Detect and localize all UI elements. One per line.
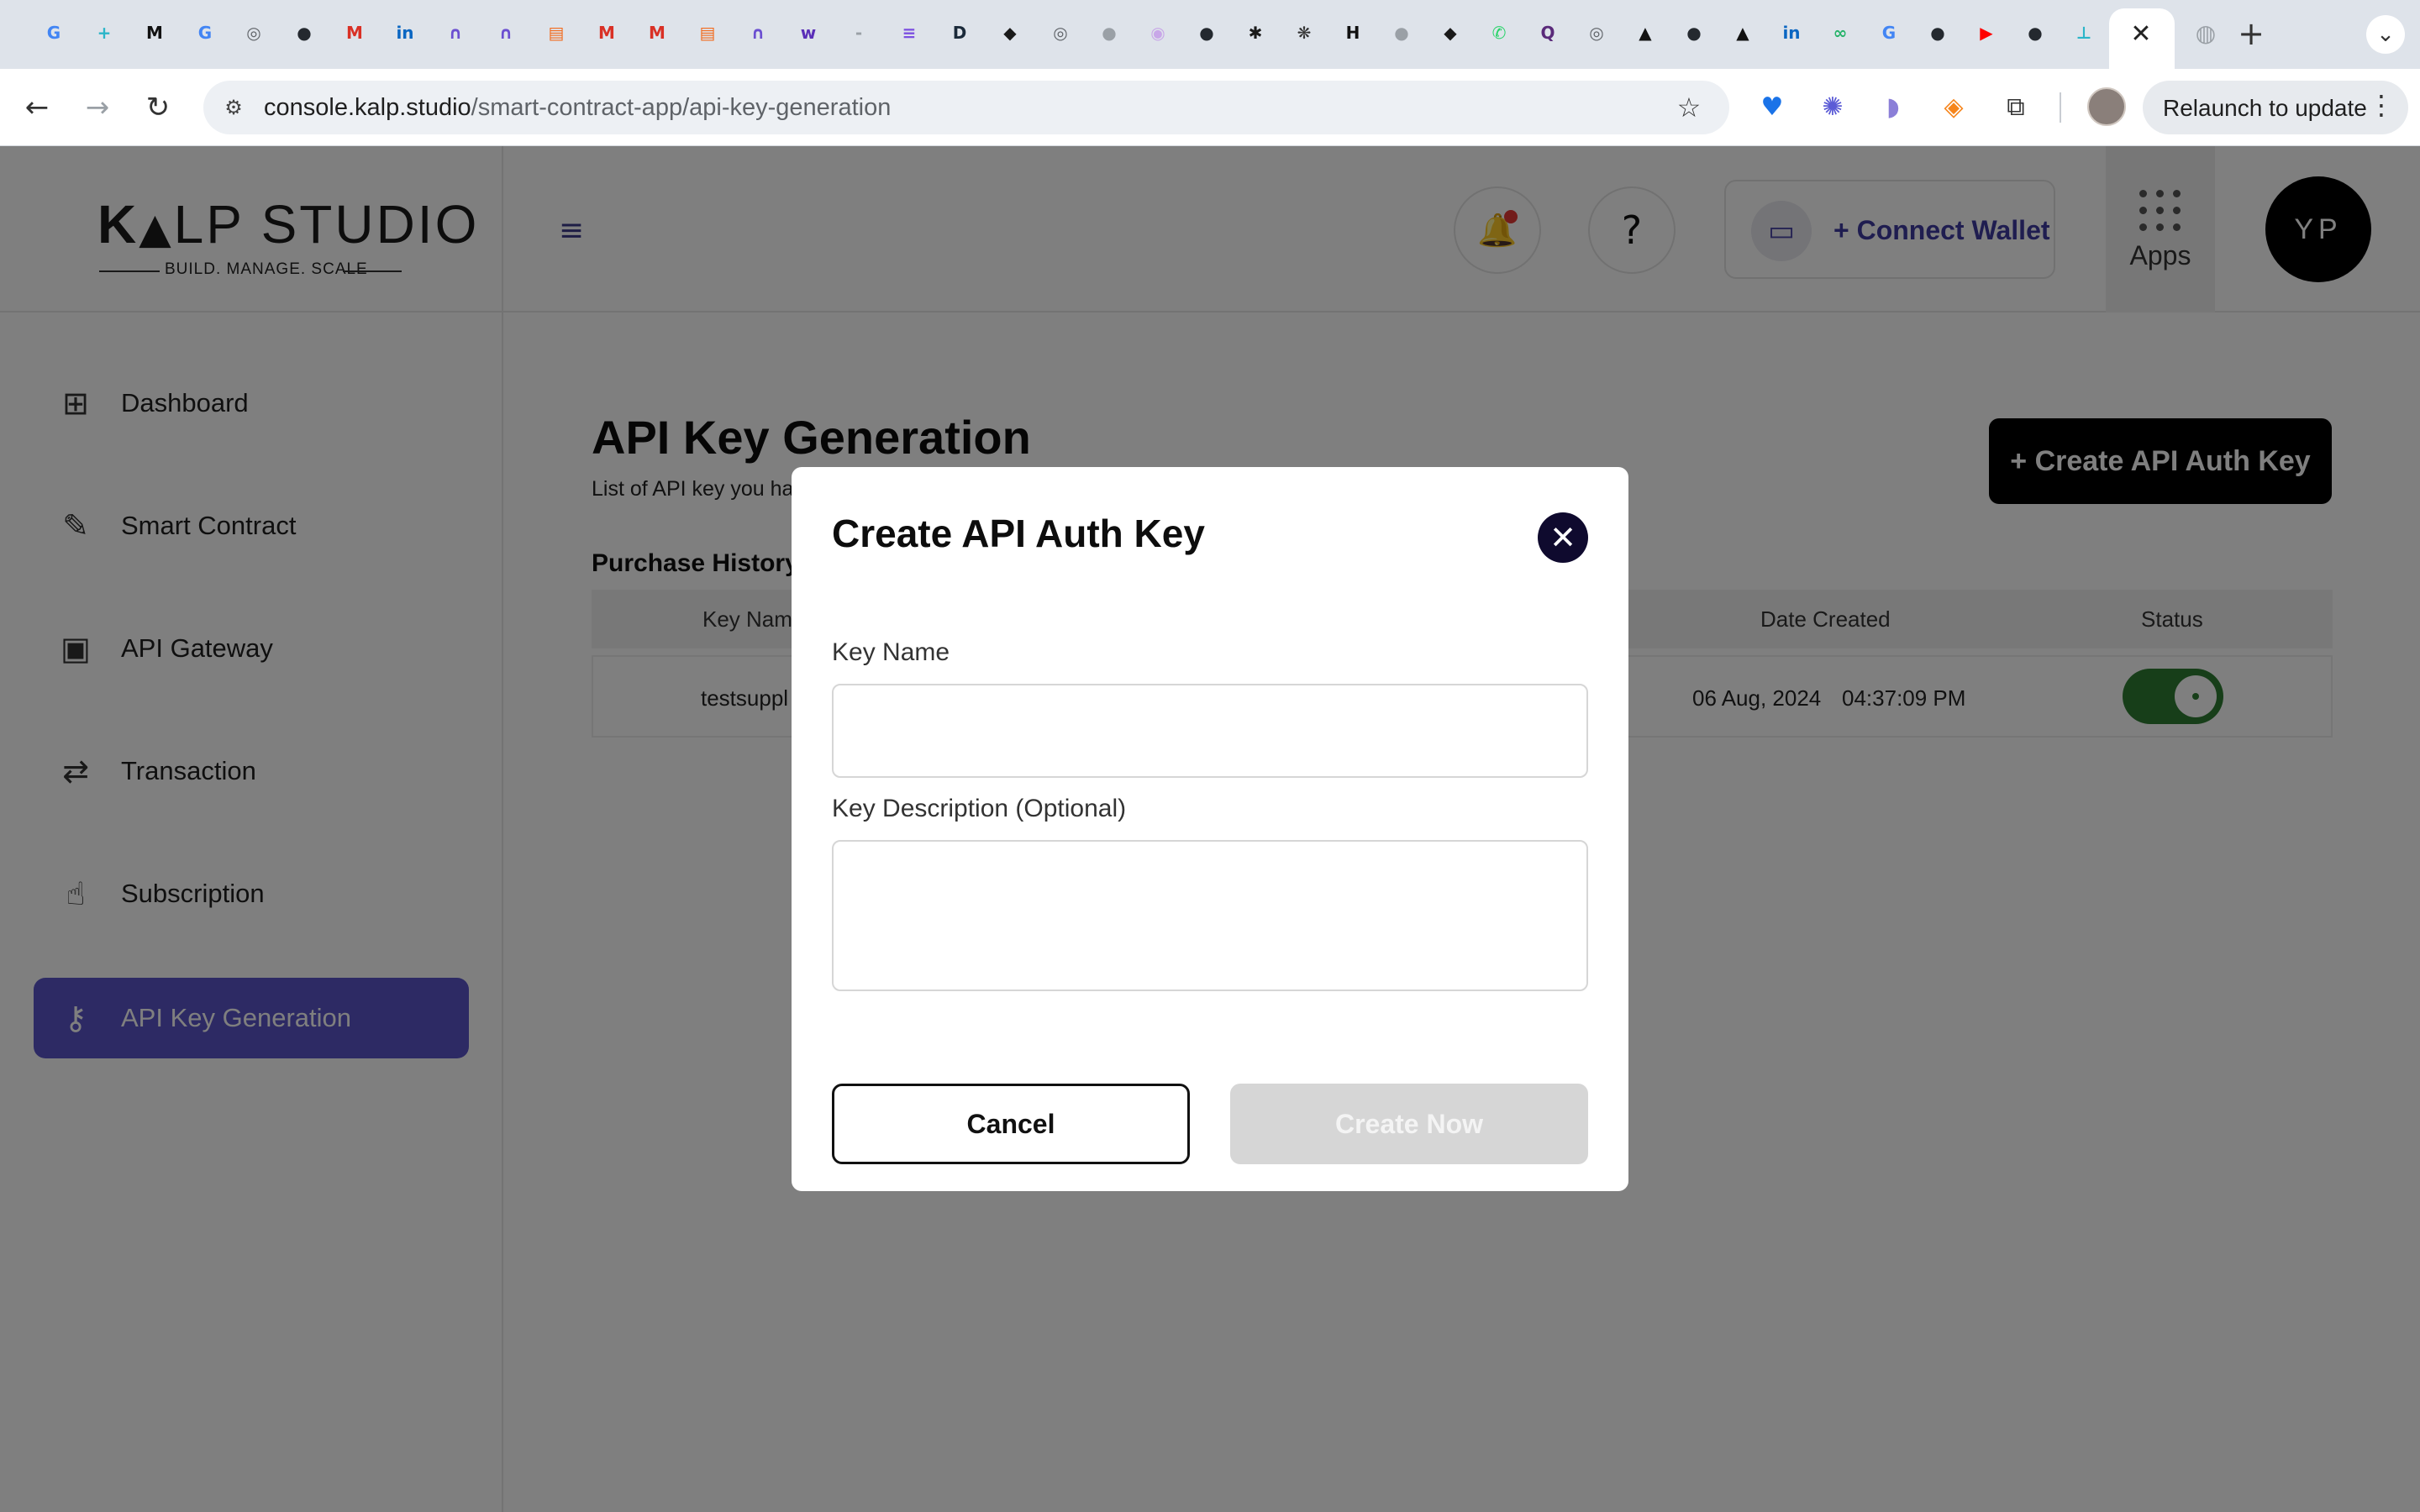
notion-like-icon[interactable]: ∩ — [492, 18, 520, 47]
url-text[interactable]: console.kalp.studio/smart-contract-app/a… — [264, 94, 891, 122]
close-icon[interactable]: ✕ — [1538, 512, 1588, 563]
tab-search-button[interactable]: ⌄ — [2366, 15, 2405, 54]
triangle-app-icon[interactable]: ▲ — [1728, 18, 1757, 47]
relaunch-label: Relaunch to update — [2163, 95, 2367, 121]
google-icon[interactable]: G — [39, 18, 68, 47]
key-name-label: Key Name — [832, 638, 950, 666]
blank-page-icon[interactable]: - — [844, 18, 873, 47]
linkedin-icon[interactable]: in — [1777, 18, 1806, 47]
browser-tab-strip: G + M G ◎ ● Min ∩ ∩ ▤ M M ▤ ∩ w - ≡ D ◆ ◎ ● ◉ ● ✱ ❋ H ● ◆ ✆ Q ◎ ▲ ● ▲ in ∞ G… — [0, 0, 2420, 69]
triangle-app-icon[interactable]: ▲ — [1631, 18, 1660, 47]
ghost-extension-icon[interactable]: ◗ — [1874, 87, 1912, 126]
sparkle-extension-icon[interactable]: ✺ — [1813, 87, 1852, 126]
key-name-input[interactable] — [832, 684, 1588, 778]
gmail-icon[interactable]: M — [643, 18, 671, 47]
chrome-icon[interactable]: ◎ — [1046, 18, 1075, 47]
url-domain: console.kalp.studio — [264, 94, 471, 121]
metamask-icon[interactable]: ◈ — [1934, 87, 1973, 126]
relaunch-to-update-button[interactable]: Relaunch to update ⋮ — [2143, 81, 2408, 134]
address-bar[interactable]: ⚙ console.kalp.studio/smart-contract-app… — [203, 81, 1729, 134]
cancel-button[interactable]: Cancel — [832, 1084, 1190, 1164]
github-icon[interactable]: ● — [1095, 18, 1123, 47]
asterisk-icon[interactable]: ✱ — [1241, 18, 1270, 47]
openai-icon[interactable]: ❋ — [1290, 18, 1318, 47]
google-icon[interactable]: G — [1875, 18, 1903, 47]
bookmark-app-icon[interactable]: ▤ — [693, 18, 722, 47]
github-icon[interactable]: ● — [2021, 18, 2049, 47]
browser-toolbar: ← → ↻ ⚙ console.kalp.studio/smart-contra… — [0, 69, 2420, 146]
heart-extension-icon[interactable]: ♥ — [1753, 87, 1791, 126]
chrome-icon[interactable]: ◎ — [1582, 18, 1611, 47]
gmail-icon[interactable]: M — [340, 18, 369, 47]
url-path: /smart-contract-app/api-key-generation — [471, 94, 892, 121]
key-description-label: Key Description (Optional) — [832, 795, 1127, 822]
chrome-icon[interactable]: ◎ — [239, 18, 268, 47]
youtube-icon[interactable]: ▶ — [1972, 18, 2001, 47]
dialog-title: Create API Auth Key — [832, 512, 1205, 555]
browser-profile-avatar[interactable] — [2087, 87, 2126, 126]
bookmark-star-icon[interactable]: ☆ — [1672, 91, 1706, 124]
d-app-icon[interactable]: D — [945, 18, 974, 47]
github-icon[interactable]: ● — [1192, 18, 1221, 47]
pin-icon[interactable]: ⊥ — [2070, 18, 2098, 47]
site-info-icon[interactable]: ⚙ — [218, 92, 249, 123]
github-icon[interactable]: ● — [1923, 18, 1952, 47]
back-button[interactable]: ← — [17, 87, 57, 128]
ninja-icon[interactable]: ◆ — [996, 18, 1024, 47]
linkedin-icon[interactable]: in — [391, 18, 419, 47]
h-app-icon[interactable]: H — [1339, 18, 1367, 47]
new-tab-button[interactable]: + — [2233, 15, 2270, 52]
bookmark-app-icon[interactable]: ▤ — [542, 18, 571, 47]
toolbar-divider — [2060, 92, 2061, 123]
ninja-icon[interactable]: ◆ — [1436, 18, 1465, 47]
create-api-auth-key-dialog: Create API Auth Key ✕ Key Name Key Descr… — [792, 467, 1628, 1191]
whatsapp-icon[interactable]: ✆ — [1485, 18, 1513, 47]
solana-icon[interactable]: ≡ — [895, 18, 923, 47]
github-icon[interactable]: ● — [1387, 18, 1416, 47]
q-app-icon[interactable]: Q — [1534, 18, 1562, 47]
infinity-icon[interactable]: ∞ — [1826, 18, 1854, 47]
globe-icon[interactable]: ◍ — [2191, 18, 2220, 47]
crosshair-icon[interactable]: + — [90, 18, 118, 47]
reload-button[interactable]: ↻ — [138, 87, 178, 128]
browser-menu-icon[interactable]: ⋮ — [2368, 89, 2395, 121]
close-tab-icon[interactable]: ✕ — [2126, 18, 2156, 49]
medium-icon[interactable]: M — [140, 18, 169, 47]
puzzle-extensions-icon[interactable]: ⧉ — [1996, 87, 2035, 126]
gmail-icon[interactable]: M — [592, 18, 621, 47]
forward-button[interactable]: → — [77, 87, 118, 128]
github-icon[interactable]: ● — [1680, 18, 1708, 47]
create-now-button[interactable]: Create Now — [1230, 1084, 1588, 1164]
notion-like-icon[interactable]: ∩ — [441, 18, 470, 47]
notion-like-icon[interactable]: ∩ — [744, 18, 772, 47]
github-icon[interactable]: ● — [290, 18, 318, 47]
google-icon[interactable]: G — [191, 18, 219, 47]
w-app-icon[interactable]: w — [794, 18, 823, 47]
target-icon[interactable]: ◉ — [1144, 18, 1172, 47]
key-description-input[interactable] — [832, 840, 1588, 991]
